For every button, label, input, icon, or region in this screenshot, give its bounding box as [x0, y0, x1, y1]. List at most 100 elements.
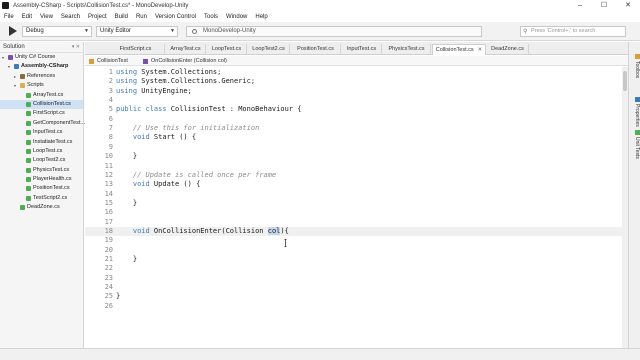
solution-tree-item[interactable]: ▸ References — [0, 72, 83, 81]
editor-tab-label: PositionTest.cs — [297, 46, 334, 52]
status-icon — [192, 29, 197, 34]
line-number: 17 — [104, 217, 113, 226]
solution-tree-item[interactable]: PositionTest.cs — [0, 184, 83, 193]
code-line[interactable]: 18 void OnCollisionEnter(Collision col){ — [85, 226, 622, 237]
line-number: 26 — [104, 301, 113, 310]
unit-tests-tab[interactable]: Unit Tests — [631, 130, 640, 159]
editor-tab[interactable]: CollisionTest.cs ✕ — [432, 44, 486, 55]
editor-tab[interactable]: PositionTest.cs — [291, 44, 341, 55]
solution-tree-item[interactable]: PhysicsTest.cs — [0, 166, 83, 175]
collapse-arrow-icon[interactable]: ▸ — [14, 72, 16, 81]
solution-tree-item-label: InstatiateTest.cs — [33, 138, 73, 145]
line-number: 5 — [108, 105, 113, 114]
code-line[interactable]: 25} — [85, 292, 622, 301]
solution-tree-item[interactable]: InputTest.cs — [0, 128, 83, 137]
code-line[interactable]: 19 — [85, 236, 622, 245]
expand-arrow-icon[interactable]: ▾ — [8, 62, 10, 71]
menu-view[interactable]: View — [40, 14, 53, 20]
code-line[interactable]: 24 — [85, 283, 622, 292]
code-line[interactable]: 23 — [85, 274, 622, 283]
editor-tab[interactable]: DeadZone.cs — [487, 44, 529, 55]
solution-tree-item[interactable]: CollisionTest.cs — [0, 99, 83, 110]
scrollbar-thumb[interactable] — [623, 71, 627, 91]
breadcrumb-method[interactable]: OnCollisionEnter (Collision col) — [151, 56, 227, 66]
solution-tree-item[interactable]: ▾ Scripts — [0, 81, 83, 90]
global-search-input[interactable]: ⚲ Press 'Control+,' to search — [520, 26, 626, 37]
code-line[interactable]: 17 — [85, 218, 622, 227]
close-tab-icon[interactable]: ✕ — [478, 47, 483, 53]
solution-pane-header: Solution ▾ ✕ — [0, 42, 83, 53]
code-line[interactable]: 3 using UnityEngine; — [85, 87, 622, 96]
solution-tree-item[interactable]: ▾ Unity C# Course — [0, 53, 83, 62]
solution-tree-item[interactable]: LoopTest.cs — [0, 147, 83, 156]
editor-tab[interactable]: LoopTest.cs — [207, 44, 247, 55]
breadcrumb-class[interactable]: CollisionTest — [97, 56, 128, 66]
solution-tree-item[interactable]: PlayerHealth.cs — [0, 175, 83, 184]
run-target-select[interactable]: Unity Editor ▼ — [96, 26, 178, 37]
code-line[interactable]: 1 using System.Collections; — [85, 68, 622, 77]
menu-help[interactable]: Help — [255, 14, 267, 20]
code-line[interactable]: 11 — [85, 162, 622, 171]
code-line[interactable]: 2 using System.Collections.Generic; — [85, 77, 622, 86]
code-line[interactable]: 5 public class CollisionTest : MonoBehavi… — [85, 105, 622, 114]
menu-run[interactable]: Run — [136, 14, 147, 20]
expand-arrow-icon[interactable]: ▾ — [14, 81, 16, 90]
menu-file[interactable]: File — [4, 14, 14, 20]
solution-tree-item[interactable]: DeadZone.cs — [0, 203, 83, 212]
line-number: 3 — [108, 86, 113, 95]
menu-tools[interactable]: Tools — [204, 14, 218, 20]
code-line[interactable]: 4 — [85, 96, 622, 105]
keyword-token: using — [116, 86, 138, 95]
solution-tree-item[interactable]: TestScript2.cs — [0, 194, 83, 203]
solution-tree-item[interactable]: FirstScript.cs — [0, 109, 83, 118]
minimize-button[interactable]: – — [568, 0, 592, 11]
solution-tree-item[interactable]: ArrayTest.cs — [0, 91, 83, 100]
expand-arrow-icon[interactable]: ▾ — [2, 53, 4, 62]
csharp-file-icon — [26, 139, 31, 145]
code-line[interactable]: 12 // Update is called once per frame — [85, 171, 622, 180]
code-line[interactable]: 15 } — [85, 199, 622, 208]
code-line[interactable]: 9 — [85, 143, 622, 152]
code-line[interactable]: 10 } — [85, 152, 622, 161]
code-line[interactable]: 7 // Use this for initialization — [85, 124, 622, 133]
configuration-select[interactable]: Debug ▼ — [22, 26, 92, 37]
editor-tab[interactable]: FirstScript.cs — [107, 44, 165, 55]
toolbox-tab[interactable]: Toolbox — [631, 54, 640, 78]
maximize-button[interactable]: ☐ — [592, 0, 616, 11]
code-line[interactable]: 13 void Update () { — [85, 180, 622, 189]
code-line[interactable]: 14 — [85, 190, 622, 199]
code-line[interactable]: 22 — [85, 264, 622, 273]
close-window-button[interactable]: ✕ — [616, 0, 640, 11]
menu-search[interactable]: Search — [61, 14, 80, 20]
menu-version-control[interactable]: Version Control — [155, 14, 196, 20]
editor-tab[interactable]: InputTest.cs — [342, 44, 382, 55]
menu-build[interactable]: Build — [115, 14, 128, 20]
csharp-file-icon — [26, 177, 31, 183]
solution-tree-item[interactable]: ▾ Assembly-CSharp — [0, 62, 83, 71]
editor-tab[interactable]: LoopTest2.cs — [248, 44, 290, 55]
code-editor[interactable]: 1 using System.Collections; 2 using System.… — [85, 67, 622, 348]
code-line[interactable]: 26 — [85, 302, 622, 311]
code-line[interactable]: 20 — [85, 246, 622, 255]
editor-tab[interactable]: ArrayTest.cs — [166, 44, 206, 55]
run-play-icon[interactable] — [8, 26, 17, 36]
pane-options-icon[interactable]: ▾ ✕ — [72, 44, 80, 50]
code-line[interactable]: 16 — [85, 208, 622, 217]
solution-tree-item[interactable]: InstatiateTest.cs — [0, 138, 83, 147]
menu-window[interactable]: Window — [226, 14, 247, 20]
code-line[interactable]: 8 void Start () { — [85, 133, 622, 142]
solution-tree-item[interactable]: LoopTest2.cs — [0, 156, 83, 165]
properties-tab[interactable]: Properties — [631, 97, 640, 127]
code-line[interactable]: 6 — [85, 115, 622, 124]
menu-project[interactable]: Project — [88, 14, 107, 20]
solution-tree-item-label: LoopTest.cs — [33, 147, 63, 154]
editor-tab[interactable]: PhysicsTest.cs — [383, 44, 431, 55]
solution-tree-item-label: TestScript2.cs — [33, 194, 68, 201]
keyword-token: public class — [116, 105, 167, 114]
code-line[interactable]: 21 } — [85, 255, 622, 264]
menu-edit[interactable]: Edit — [22, 14, 32, 20]
solution-tree-item[interactable]: GetComponentTest... — [0, 119, 85, 128]
csharp-file-icon — [26, 120, 31, 126]
editor-tab-label: FirstScript.cs — [119, 46, 152, 52]
